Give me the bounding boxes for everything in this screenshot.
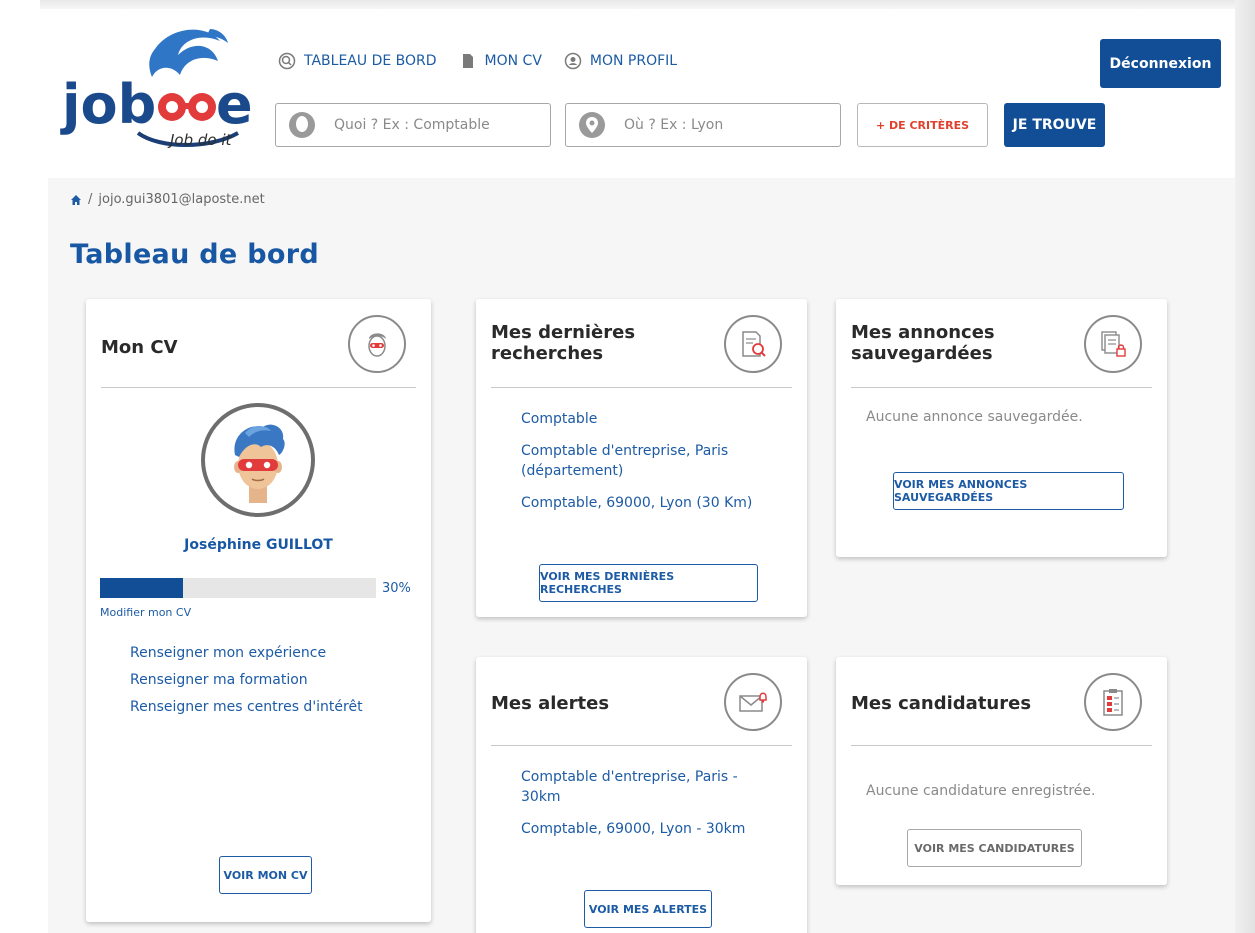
view-recent-searches-button[interactable]: VOIR MES DERNIÈRES RECHERCHES <box>539 564 758 602</box>
nav-item-dashboard[interactable]: TABLEAU DE BORD <box>278 52 437 70</box>
window-edge-left <box>0 0 48 933</box>
page: job e Job do it TABLEAU DE BORD MON CV M… <box>48 9 1235 933</box>
edit-cv-link[interactable]: Modifier mon CV <box>100 606 191 619</box>
recent-search-item[interactable]: Comptable <box>521 409 781 429</box>
mail-alert-icon <box>724 673 782 731</box>
more-criteria-button[interactable]: + DE CRITÈRES <box>857 103 988 147</box>
card-header: Mes annonces sauvegardées <box>851 299 1152 388</box>
cv-link-interests[interactable]: Renseigner mes centres d'intérêt <box>130 699 363 715</box>
card-title: Mes alertes <box>491 693 610 714</box>
recent-search-item[interactable]: Comptable, 69000, Lyon (30 Km) <box>521 493 781 513</box>
alert-item[interactable]: Comptable d'entreprise, Paris - 30km <box>521 767 776 807</box>
saved-ads-empty-text: Aucune annonce sauvegardée. <box>866 409 1083 425</box>
card-title-line2: recherches <box>491 343 604 364</box>
card-title: Mes dernières recherches <box>491 322 635 364</box>
breadcrumb-current: jojo.gui3801@laposte.net <box>98 192 265 207</box>
cv-progress-fill <box>100 578 183 598</box>
card-title: Mon CV <box>101 337 178 358</box>
svg-text:e: e <box>216 73 253 136</box>
nav-item-cv[interactable]: MON CV <box>459 52 542 70</box>
page-title: Tableau de bord <box>70 239 319 270</box>
nav-item-profile[interactable]: MON PROFIL <box>564 52 677 70</box>
recent-searches-card: Mes dernières recherches Comptable Compt… <box>476 299 807 617</box>
search-what-input[interactable]: Quoi ? Ex : Comptable <box>275 103 551 147</box>
site-header: job e Job do it TABLEAU DE BORD MON CV M… <box>48 9 1235 178</box>
search-what-placeholder: Quoi ? Ex : Comptable <box>334 117 490 133</box>
card-header: Mes candidatures <box>851 657 1152 746</box>
dashboard-icon <box>278 52 296 70</box>
view-applications-button[interactable]: VOIR MES CANDIDATURES <box>907 829 1082 867</box>
nav-item-label: TABLEAU DE BORD <box>304 53 437 69</box>
recent-search-item[interactable]: Comptable d'entreprise, Paris (départeme… <box>521 441 781 481</box>
applications-empty-text: Aucune candidature enregistrée. <box>866 783 1096 799</box>
search-where-placeholder: Où ? Ex : Lyon <box>624 117 724 133</box>
logo-tagline: Job do it <box>170 131 232 149</box>
search-where-input[interactable]: Où ? Ex : Lyon <box>565 103 841 147</box>
card-header: Mon CV <box>101 299 416 388</box>
window-edge-top <box>40 0 1255 9</box>
cv-links: Renseigner mon expérience Renseigner ma … <box>130 645 363 726</box>
recent-searches-list: Comptable Comptable d'entreprise, Paris … <box>521 409 781 525</box>
card-title: Mes annonces sauvegardées <box>851 322 995 364</box>
card-header: Mes alertes <box>491 657 792 746</box>
cv-link-education[interactable]: Renseigner ma formation <box>130 672 363 688</box>
card-title-line2: sauvegardées <box>851 343 993 364</box>
jobdoe-logo[interactable]: job e Job do it <box>60 21 260 151</box>
document-icon <box>462 54 473 68</box>
alerts-card: Mes alertes Comptable d'entreprise, Pari… <box>476 657 807 933</box>
breadcrumb: / jojo.gui3801@laposte.net <box>70 192 265 207</box>
avatar <box>201 403 315 517</box>
search-document-icon <box>724 315 782 373</box>
alerts-list: Comptable d'entreprise, Paris - 30km Com… <box>521 767 776 851</box>
nav-item-label: MON CV <box>484 53 542 69</box>
cv-progress-bar <box>100 578 376 598</box>
home-icon[interactable] <box>70 194 82 206</box>
window-edge-right <box>1235 0 1255 933</box>
logout-button[interactable]: Déconnexion <box>1100 39 1221 88</box>
card-header: Mes dernières recherches <box>491 299 792 388</box>
card-title-line1: Mes annonces <box>851 322 995 343</box>
alert-item[interactable]: Comptable, 69000, Lyon - 30km <box>521 819 776 839</box>
view-alerts-button[interactable]: VOIR MES ALERTES <box>584 890 712 928</box>
nav-item-label: MON PROFIL <box>589 53 678 69</box>
view-cv-button[interactable]: VOIR MON CV <box>219 856 312 894</box>
cv-card: Mon CV Joséphine GUILLOT 30% Modifier mo… <box>86 299 431 922</box>
location-pin-icon <box>579 112 605 138</box>
applications-card: Mes candidatures Aucune candidature enre… <box>836 657 1167 885</box>
card-title: Mes candidatures <box>851 693 1032 714</box>
person-name: Joséphine GUILLOT <box>184 537 333 553</box>
svg-text:job: job <box>60 73 156 136</box>
cv-avatar-icon <box>348 315 406 373</box>
cv-link-experience[interactable]: Renseigner mon expérience <box>130 645 363 661</box>
main-nav: TABLEAU DE BORD MON CV MON PROFIL <box>278 52 677 70</box>
profile-icon <box>564 52 582 70</box>
person-search-icon <box>289 112 315 138</box>
card-title-line1: Mes dernières <box>491 322 636 343</box>
clipboard-icon <box>1084 673 1142 731</box>
find-button[interactable]: JE TROUVE <box>1004 103 1105 147</box>
breadcrumb-separator: / <box>88 192 93 207</box>
saved-ads-card: Mes annonces sauvegardées Aucune annonce… <box>836 299 1167 557</box>
view-saved-ads-button[interactable]: VOIR MES ANNONCES SAUVEGARDÉES <box>893 472 1124 510</box>
cv-progress-percent: 30% <box>382 581 411 596</box>
saved-documents-icon <box>1084 315 1142 373</box>
